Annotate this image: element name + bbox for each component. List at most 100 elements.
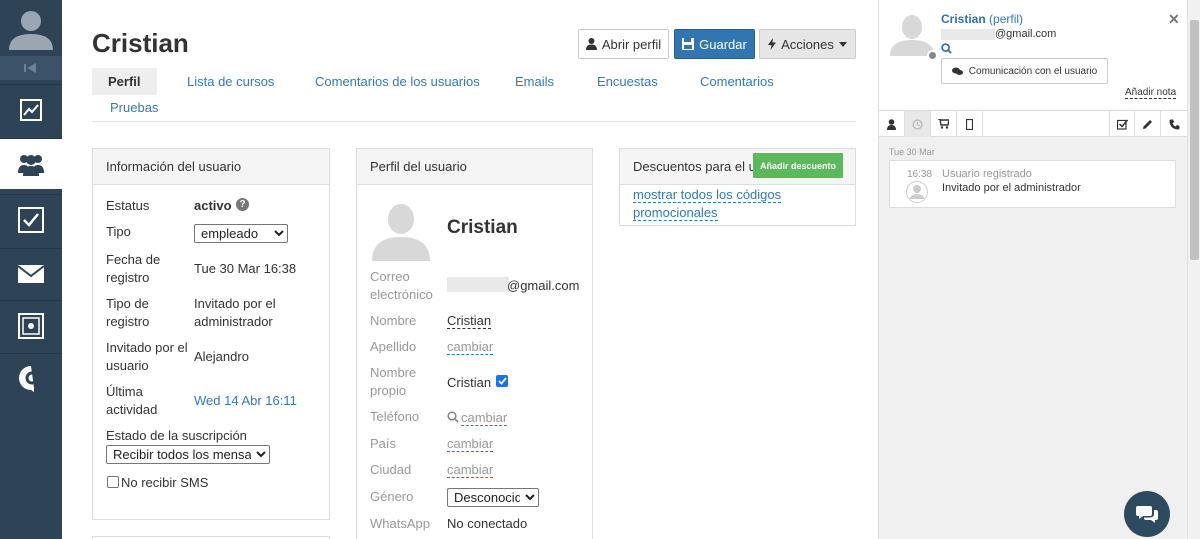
own-name-value: Cristian <box>447 375 492 390</box>
email-value[interactable]: @gmail.com <box>507 277 579 295</box>
event-time: 16:38 <box>907 169 933 180</box>
side-search-icon[interactable] <box>941 43 952 54</box>
whatsapp-value: No conectado <box>447 516 528 531</box>
sidebar-item-safe[interactable] <box>0 300 62 351</box>
invited-label-line1: Invitado por el <box>106 340 188 355</box>
tool-mobile[interactable] <box>957 111 983 137</box>
side-avatar-icon <box>890 15 934 56</box>
add-note-link[interactable]: Añadir nota <box>1125 87 1177 99</box>
users-icon <box>18 155 44 176</box>
add-discount-button[interactable]: Añadir descuento <box>753 153 843 178</box>
event-title: Usuario registrado <box>942 168 1032 180</box>
safe-icon <box>18 313 44 339</box>
side-panel-scrollbar[interactable] <box>1187 0 1200 539</box>
phone-label: Teléfono <box>370 409 420 424</box>
promo-link-line1: mostrar todos los códigos <box>633 187 782 203</box>
user-avatar-icon[interactable] <box>6 6 56 50</box>
promo-link-line2: promocionales <box>633 205 718 221</box>
reg-date-label-line2: registro <box>106 270 150 285</box>
sidebar-item-analytics[interactable] <box>0 84 62 135</box>
tool-edit[interactable] <box>1135 111 1161 137</box>
mobile-icon <box>966 118 973 130</box>
communication-label: Comunicación con el usuario <box>968 65 1098 77</box>
last-name-label: Apellido <box>370 339 417 354</box>
tab-course-list[interactable]: Lista de cursos <box>171 68 290 95</box>
timeline-event: 16:38 Usuario registrado Invitado por el… <box>889 160 1176 208</box>
subscription-select[interactable]: Recibir todos los mensajes <box>106 445 270 464</box>
sidebar-item-mail[interactable] <box>0 248 62 299</box>
check-icon <box>497 377 507 385</box>
offline-status-dot <box>927 50 938 61</box>
first-name-value[interactable]: Cristian <box>447 313 492 329</box>
last-activity-value[interactable]: Wed 14 Abr 16:11 <box>194 392 297 410</box>
side-profile-link[interactable]: (perfil) <box>989 12 1023 26</box>
no-sms-label: No recibir SMS <box>121 475 209 490</box>
c-logo-icon <box>19 366 36 392</box>
event-user-icon <box>906 181 928 203</box>
own-name-checkbox[interactable] <box>496 375 508 387</box>
tab-surveys[interactable]: Encuestas <box>581 68 674 95</box>
sidebar-item-users[interactable] <box>0 138 62 189</box>
type-label: Tipo <box>106 224 131 239</box>
reg-type-value: Invitado por el administrador <box>194 295 276 331</box>
status-value: activo <box>194 198 232 213</box>
tab-perfil[interactable]: Perfil <box>92 68 157 95</box>
invited-label-line2: usuario <box>106 358 149 373</box>
subscription-label: Estado de la suscripción <box>106 428 247 443</box>
search-icon <box>447 411 459 423</box>
history-icon <box>912 118 923 130</box>
tool-call[interactable] <box>1161 111 1187 137</box>
close-icon[interactable]: ✕ <box>1168 11 1180 28</box>
open-profile-button[interactable]: Abrir perfil <box>578 29 669 59</box>
last-name-change-link[interactable]: cambiar <box>447 339 494 355</box>
left-sidebar <box>0 0 62 539</box>
sidebar-item-c[interactable] <box>0 353 62 404</box>
side-user-name[interactable]: Cristian <box>941 12 986 26</box>
chart-icon <box>20 99 42 121</box>
user-profile-panel: Perfil del usuario Cristian Correo electr… <box>356 148 593 539</box>
collapse-sidebar-icon[interactable] <box>0 56 62 80</box>
tab-tests[interactable]: Pruebas <box>92 94 174 121</box>
gender-label: Género <box>370 489 414 504</box>
tab-emails[interactable]: Emails <box>499 68 570 95</box>
whatsapp-label: WhatsApp <box>370 516 430 531</box>
country-change-link[interactable]: cambiar <box>447 436 494 452</box>
email-redacted <box>447 277 509 292</box>
invited-by-label: Invitado por el usuario <box>106 339 188 375</box>
tool-user[interactable] <box>879 111 905 137</box>
tool-history[interactable] <box>905 111 931 137</box>
communication-button[interactable]: Comunicación con el usuario <box>941 58 1108 84</box>
user-icon <box>585 38 597 50</box>
invited-by-value: Alejandro <box>194 349 249 364</box>
show-promo-codes-link[interactable]: mostrar todos los códigos promocionales <box>633 186 782 222</box>
tool-tasks[interactable] <box>1109 111 1135 137</box>
event-detail: Invitado por el administrador <box>942 182 1081 194</box>
discounts-panel: Descuentos para el us Añadir descuento m… <box>619 148 856 226</box>
sidebar-item-tasks[interactable] <box>0 194 62 245</box>
user-info-heading: Información del usuario <box>93 149 329 185</box>
gender-select[interactable]: Desconocido <box>447 488 539 507</box>
side-panel-header: Cristian (perfil) @gmail.com Comunicació… <box>879 0 1200 110</box>
reg-date-label: Fecha de registro <box>106 251 160 287</box>
tabs-divider <box>92 121 856 122</box>
phone-icon <box>1169 119 1179 129</box>
no-sms-checkbox[interactable] <box>107 476 119 488</box>
tool-cart[interactable] <box>931 111 957 137</box>
save-label: Guardar <box>699 36 747 52</box>
timeline-date: Tue 30 Mar <box>889 147 935 157</box>
tab-comments[interactable]: Comentarios <box>684 68 790 95</box>
type-select[interactable]: empleado <box>194 224 288 243</box>
chat-widget-button[interactable] <box>1124 491 1170 537</box>
save-button[interactable]: Guardar <box>674 29 755 59</box>
help-icon[interactable]: ? <box>236 198 249 211</box>
tab-user-comments[interactable]: Comentarios de los usuarios <box>299 68 496 95</box>
email-label: Correo electrónico <box>370 268 433 304</box>
city-label: Ciudad <box>370 462 412 477</box>
city-change-link[interactable]: cambiar <box>447 462 494 478</box>
phone-change-link[interactable]: cambiar <box>461 410 508 426</box>
bolt-icon <box>768 38 777 50</box>
email-label-line2: electrónico <box>370 287 433 302</box>
person-icon <box>887 118 896 130</box>
scrollbar-thumb[interactable] <box>1190 20 1199 260</box>
actions-dropdown[interactable]: Acciones <box>759 29 856 59</box>
